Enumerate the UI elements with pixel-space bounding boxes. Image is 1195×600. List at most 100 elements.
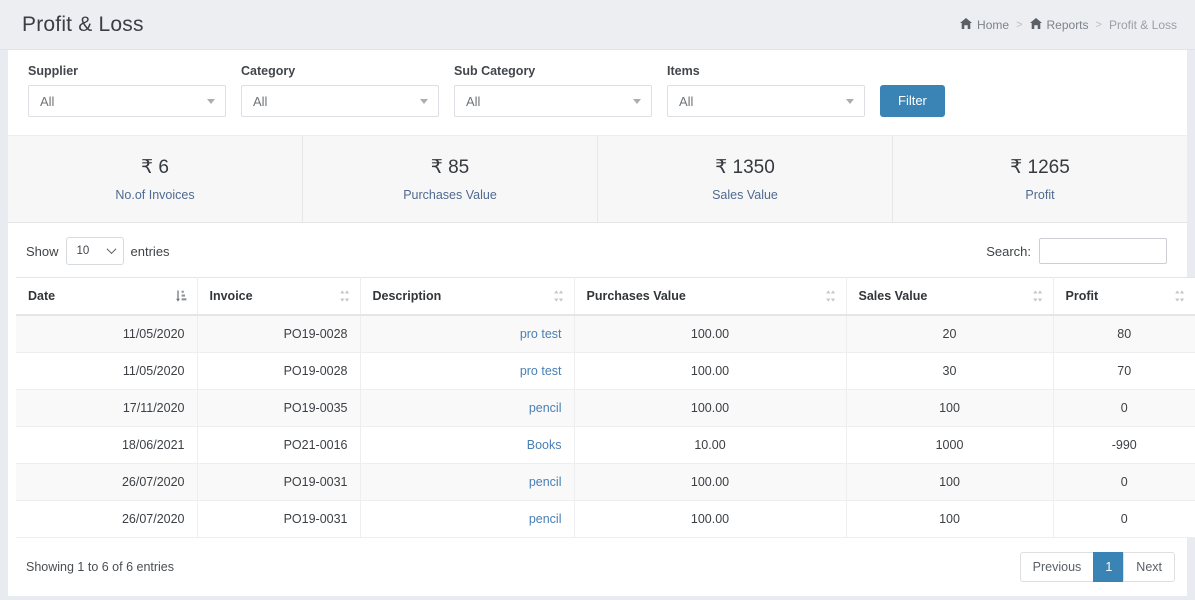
page-length-value: 10 (77, 245, 90, 257)
sort-none-icon (553, 290, 564, 303)
breadcrumb-label-reports: Reports (1047, 18, 1089, 32)
sort-asc-icon (176, 290, 187, 303)
pagination-page-1[interactable]: 1 (1093, 552, 1123, 582)
category-label: Category (241, 64, 439, 78)
sort-none-icon (339, 290, 350, 303)
stat-card-sales: ₹ 1350 Sales Value (598, 136, 893, 222)
home-icon (1030, 18, 1042, 31)
table-head: Date Invoice (16, 278, 1195, 316)
column-label: Profit (1066, 289, 1099, 303)
stat-value: ₹ 1265 (1010, 156, 1070, 179)
cell-purchases-value: 100.00 (574, 464, 846, 501)
table-row: 26/07/2020 PO19-0031 pencil 100.00 100 0 (16, 501, 1195, 538)
filter-group-category: Category All (241, 64, 439, 117)
cell-invoice: PO19-0031 (197, 464, 360, 501)
page-length-control: Show 10 entries (26, 237, 170, 265)
stat-value: ₹ 1350 (715, 156, 775, 179)
description-link[interactable]: Books (527, 438, 562, 452)
showing-entries-info: Showing 1 to 6 of 6 entries (26, 560, 174, 574)
breadcrumb-separator-1: > (1016, 19, 1022, 31)
summary-stats: ₹ 6 No.of Invoices ₹ 85 Purchases Value … (8, 135, 1187, 223)
items-select[interactable]: All (667, 85, 865, 117)
column-header-sales-value[interactable]: Sales Value (846, 278, 1053, 316)
profit-loss-page: Profit & Loss Home > Reports > Profit & … (0, 0, 1195, 600)
caret-down-icon (846, 99, 854, 104)
filter-button[interactable]: Filter (880, 85, 945, 117)
stat-label: Sales Value (712, 188, 778, 202)
column-header-invoice[interactable]: Invoice (197, 278, 360, 316)
stat-card-purchases: ₹ 85 Purchases Value (303, 136, 598, 222)
data-table-card: Show 10 entries Search: (8, 223, 1187, 596)
cell-purchases-value: 100.00 (574, 353, 846, 390)
cell-date: 17/11/2020 (16, 390, 197, 427)
cell-description: pencil (360, 390, 574, 427)
search-input[interactable] (1039, 238, 1167, 264)
table-header-row: Date Invoice (16, 278, 1195, 316)
sort-none-icon (825, 290, 836, 303)
cell-description: Books (360, 427, 574, 464)
search-control: Search: (986, 238, 1175, 264)
description-link[interactable]: pencil (529, 401, 562, 415)
cell-sales-value: 100 (846, 464, 1053, 501)
cell-description: pro test (360, 315, 574, 353)
breadcrumb: Home > Reports > Profit & Loss (960, 18, 1177, 32)
table-body: 11/05/2020 PO19-0028 pro test 100.00 20 … (16, 315, 1195, 538)
breadcrumb-item-home[interactable]: Home (960, 18, 1009, 32)
breadcrumb-item-reports[interactable]: Reports (1030, 18, 1089, 32)
cell-profit: 0 (1053, 464, 1195, 501)
sort-none-icon (1032, 290, 1043, 303)
stat-card-profit: ₹ 1265 Profit (893, 136, 1187, 222)
cell-invoice: PO19-0028 (197, 353, 360, 390)
category-select[interactable]: All (241, 85, 439, 117)
page-title: Profit & Loss (22, 13, 144, 37)
cell-purchases-value: 100.00 (574, 315, 846, 353)
sub-category-select[interactable]: All (454, 85, 652, 117)
filter-group-items: Items All (667, 64, 865, 117)
caret-down-icon (207, 99, 215, 104)
cell-profit: 80 (1053, 315, 1195, 353)
sub-category-label: Sub Category (454, 64, 652, 78)
breadcrumb-separator-2: > (1096, 19, 1102, 31)
items-select-value: All (679, 94, 693, 109)
cell-purchases-value: 100.00 (574, 390, 846, 427)
cell-profit: -990 (1053, 427, 1195, 464)
supplier-select-value: All (40, 94, 54, 109)
cell-invoice: PO19-0031 (197, 501, 360, 538)
column-header-profit[interactable]: Profit (1053, 278, 1195, 316)
cell-description: pro test (360, 353, 574, 390)
description-link[interactable]: pro test (520, 327, 562, 341)
cell-purchases-value: 100.00 (574, 501, 846, 538)
cell-invoice: PO19-0035 (197, 390, 360, 427)
cell-sales-value: 100 (846, 501, 1053, 538)
cell-date: 26/07/2020 (16, 501, 197, 538)
supplier-select[interactable]: All (28, 85, 226, 117)
table-row: 17/11/2020 PO19-0035 pencil 100.00 100 0 (16, 390, 1195, 427)
column-label: Description (373, 289, 442, 303)
cell-date: 18/06/2021 (16, 427, 197, 464)
pagination-previous[interactable]: Previous (1020, 552, 1094, 582)
column-header-date[interactable]: Date (16, 278, 197, 316)
show-label: Show (26, 244, 59, 259)
cell-description: pencil (360, 501, 574, 538)
column-label: Purchases Value (587, 289, 686, 303)
description-link[interactable]: pencil (529, 512, 562, 526)
cell-profit: 0 (1053, 501, 1195, 538)
pagination-next[interactable]: Next (1123, 552, 1175, 582)
items-label: Items (667, 64, 865, 78)
cell-sales-value: 1000 (846, 427, 1053, 464)
stat-label: Purchases Value (403, 188, 497, 202)
column-header-purchases-value[interactable]: Purchases Value (574, 278, 846, 316)
table-row: 11/05/2020 PO19-0028 pro test 100.00 30 … (16, 353, 1195, 390)
caret-down-icon (633, 99, 641, 104)
page-length-select[interactable]: 10 (66, 237, 124, 265)
pagination: Previous 1 Next (1020, 552, 1175, 582)
stat-value: ₹ 6 (141, 156, 169, 179)
stat-card-invoices: ₹ 6 No.of Invoices (8, 136, 303, 222)
sub-category-select-value: All (466, 94, 480, 109)
search-label: Search: (986, 244, 1031, 259)
supplier-label: Supplier (28, 64, 226, 78)
cell-invoice: PO19-0028 (197, 315, 360, 353)
column-header-description[interactable]: Description (360, 278, 574, 316)
description-link[interactable]: pro test (520, 364, 562, 378)
description-link[interactable]: pencil (529, 475, 562, 489)
